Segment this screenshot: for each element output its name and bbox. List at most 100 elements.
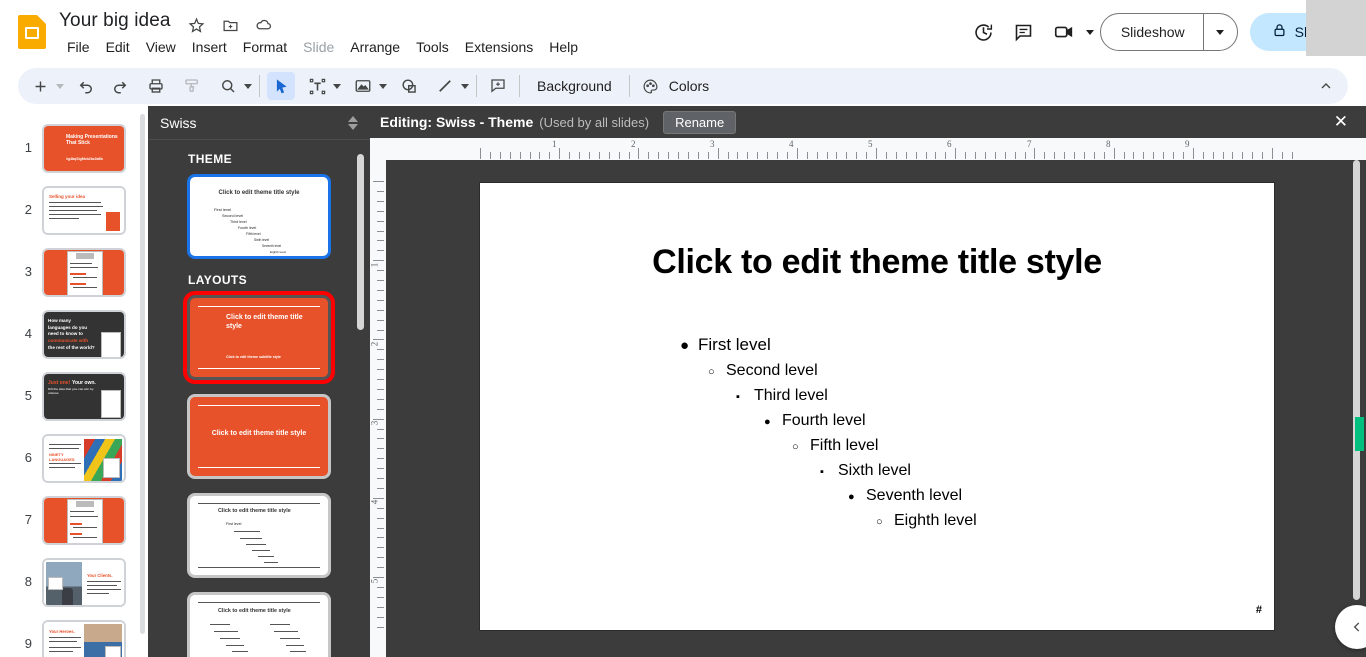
thumb-accent: Just one!: [48, 380, 71, 386]
layout-thumbnail-title-slide[interactable]: Click to edit theme title style Click to…: [183, 291, 335, 384]
menu-extensions[interactable]: Extensions: [457, 36, 541, 58]
ruler-tick-label: 7: [1027, 139, 1032, 149]
theme-thumb-title: Click to edit theme title style: [218, 190, 300, 196]
thumb-title2: the rest of the world?: [48, 345, 95, 350]
layout-panel-body[interactable]: THEME Click to edit theme title style Fi…: [148, 140, 370, 657]
select-tool-button[interactable]: [267, 72, 295, 100]
slide-thumbnail-8[interactable]: Your Clients.: [42, 558, 126, 607]
shape-button[interactable]: [395, 72, 423, 100]
bullet-marker: ▪: [820, 466, 824, 478]
sort-arrows-icon[interactable]: [348, 115, 358, 130]
list-item[interactable]: 8 Your Clients.: [0, 554, 148, 616]
slide-canvas[interactable]: Click to edit theme title style ● First …: [480, 183, 1274, 630]
list-item[interactable]: 4 How many languages do you need to know…: [0, 306, 148, 368]
list-item[interactable]: 3: [0, 244, 148, 306]
list-item[interactable]: 1 Making Presentations That Stick #g4bqS…: [0, 120, 148, 182]
layout-title: Click to edit theme title style: [226, 314, 303, 330]
comment-icon[interactable]: [1004, 12, 1044, 52]
slide-number: 5: [24, 388, 32, 403]
text-box-dropdown-icon[interactable]: [333, 83, 341, 89]
ruler-tick-label: 4: [789, 139, 794, 149]
slide-thumbnail-5[interactable]: Just one! Your own. Kill the idea that y…: [42, 372, 126, 421]
menu-tools[interactable]: Tools: [408, 36, 457, 58]
list-item[interactable]: 9 Your Heroes.: [0, 616, 148, 657]
bullet-level-1: ● First level: [680, 335, 1240, 355]
layout-thumbnail-title-and-body[interactable]: Click to edit theme title style First le…: [187, 493, 331, 578]
slide-thumbnail-2[interactable]: Selling your idea: [42, 186, 126, 235]
theme-master-thumbnail[interactable]: Click to edit theme title style First le…: [187, 174, 331, 259]
slideshow-button[interactable]: Slideshow: [1101, 14, 1203, 50]
bullet-marker: ○: [708, 366, 715, 378]
menu-edit[interactable]: Edit: [98, 36, 138, 58]
menu-format[interactable]: Format: [235, 36, 295, 58]
slide-thumbnail-4[interactable]: How many languages do you need to know t…: [42, 310, 126, 359]
slide-canvas-area[interactable]: Click to edit theme title style ● First …: [386, 160, 1366, 657]
insert-image-dropdown-icon[interactable]: [379, 83, 387, 89]
list-item[interactable]: 5 Just one! Your own. Kill the idea that…: [0, 368, 148, 430]
star-icon[interactable]: [186, 15, 206, 35]
redo-button[interactable]: [106, 72, 134, 100]
cloud-saved-icon[interactable]: [254, 15, 274, 35]
document-title[interactable]: Your big idea: [59, 10, 171, 32]
background-button[interactable]: Background: [527, 74, 622, 98]
close-icon[interactable]: ✕: [1326, 112, 1356, 132]
layout-bullet: First level: [226, 522, 242, 526]
menu-file[interactable]: File: [59, 36, 98, 58]
insert-image-button[interactable]: [349, 72, 377, 100]
zoom-dropdown-icon[interactable]: [244, 83, 252, 89]
meet-group[interactable]: [1044, 12, 1094, 52]
print-button[interactable]: [142, 72, 170, 100]
layout-thumbnail-section-header[interactable]: Click to edit theme title style: [187, 394, 331, 479]
new-slide-dropdown-icon[interactable]: [56, 83, 64, 89]
new-slide-button[interactable]: [26, 72, 54, 100]
avatar[interactable]: [1306, 0, 1366, 56]
thumb-accent: Your Heroes.: [49, 629, 75, 634]
rename-button[interactable]: Rename: [663, 110, 737, 134]
text-box-button[interactable]: [303, 72, 331, 100]
horizontal-ruler[interactable]: 1 2 3 4 5 6 7 8 9: [370, 138, 1366, 160]
collapse-toolbar-icon[interactable]: [1312, 72, 1340, 100]
theme-thumb-bullet: Second level: [222, 214, 244, 218]
layout-thumbnail-title-and-two-columns[interactable]: Click to edit theme title style: [187, 592, 331, 657]
slide-thumbnail-1[interactable]: Making Presentations That Stick #g4bqSig…: [42, 124, 126, 173]
colors-button[interactable]: Colors: [665, 74, 719, 98]
colors-palette-icon[interactable]: [637, 72, 665, 100]
slide-title-placeholder[interactable]: Click to edit theme title style: [480, 243, 1274, 282]
slide-thumbnail-3[interactable]: [42, 248, 126, 297]
menu-bar: File Edit View Insert Format Slide Arran…: [59, 36, 586, 58]
slide-thumbnail-9[interactable]: Your Heroes.: [42, 620, 126, 657]
slideshow-dropdown-button[interactable]: [1202, 14, 1237, 50]
menu-insert[interactable]: Insert: [184, 36, 235, 58]
toolbar: Background Colors: [18, 68, 1348, 104]
bullet-text: Eighth level: [894, 512, 977, 529]
layout-panel-scrollbar[interactable]: [357, 154, 364, 330]
meet-dropdown-icon[interactable]: [1085, 29, 1094, 35]
slide-thumbnail-6[interactable]: NINETY LANGUAGES: [42, 434, 126, 483]
menu-help[interactable]: Help: [541, 36, 586, 58]
bullet-level-3: ▪ Third level: [736, 387, 1240, 405]
comment-button[interactable]: [484, 72, 512, 100]
slide-filmstrip[interactable]: 1 Making Presentations That Stick #g4bqS…: [0, 106, 148, 657]
line-dropdown-icon[interactable]: [461, 83, 469, 89]
paint-format-button[interactable]: [178, 72, 206, 100]
vertical-ruler[interactable]: 1 2 3 4 5: [370, 160, 386, 657]
move-to-folder-icon[interactable]: [220, 15, 240, 35]
slide-body-placeholder[interactable]: ● First level ○ Second level ▪ Third lev…: [680, 335, 1240, 537]
version-history-icon[interactable]: [964, 12, 1004, 52]
menu-slide[interactable]: Slide: [295, 36, 342, 58]
thumb-title: How many languages do you need to know t…: [48, 318, 88, 336]
line-button[interactable]: [431, 72, 459, 100]
zoom-button[interactable]: [214, 72, 242, 100]
menu-view[interactable]: View: [138, 36, 184, 58]
theme-thumb-bullet: Seventh level: [262, 244, 282, 248]
meet-camera-icon[interactable]: [1044, 12, 1084, 52]
list-item[interactable]: 7: [0, 492, 148, 554]
editor-scrollbar[interactable]: [1353, 160, 1360, 600]
thumb-sub: #g4bqSigMcb2bc0a5b: [66, 157, 103, 161]
list-item[interactable]: 2 Selling your idea: [0, 182, 148, 244]
list-item[interactable]: 6 NINETY LANGUAGES: [0, 430, 148, 492]
menu-arrange[interactable]: Arrange: [342, 36, 408, 58]
bullet-marker: ●: [848, 491, 855, 503]
slide-thumbnail-7[interactable]: [42, 496, 126, 545]
undo-button[interactable]: [72, 72, 100, 100]
